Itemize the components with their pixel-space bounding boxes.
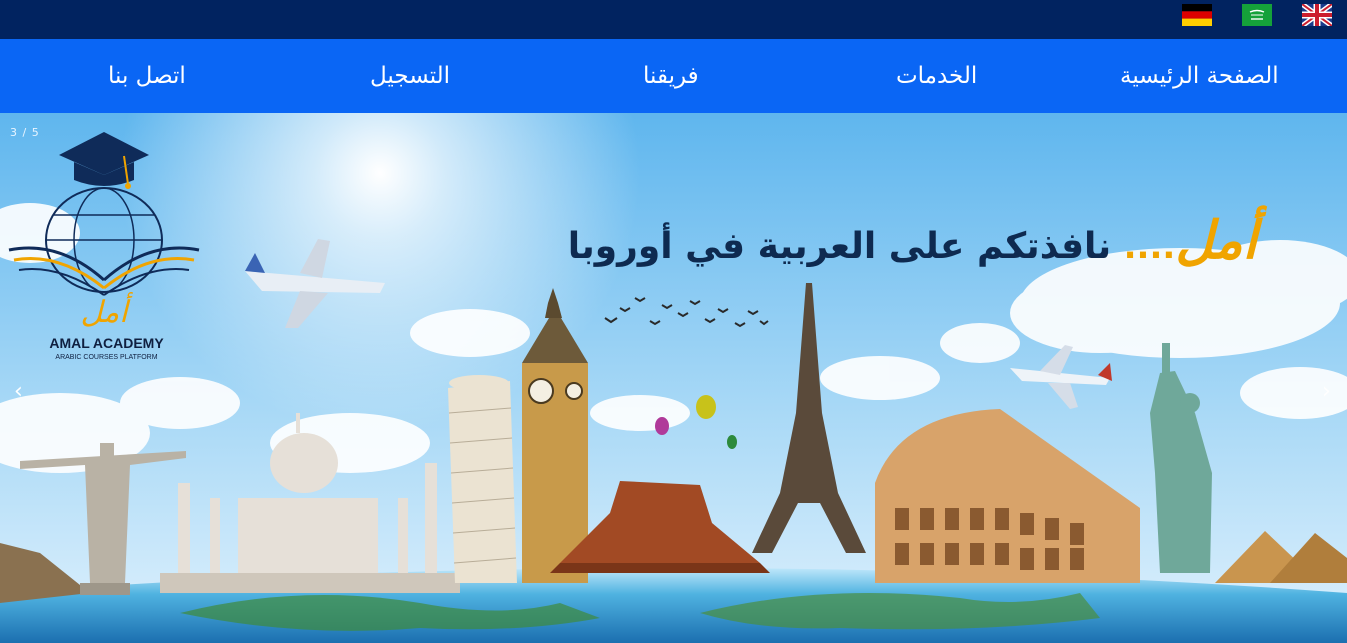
next-slide-arrow-icon[interactable]: ›: [1322, 379, 1331, 404]
prev-slide-arrow-icon[interactable]: ‹: [14, 379, 23, 404]
nav-contact[interactable]: اتصل بنا: [108, 39, 186, 113]
headline-amal: أمل: [1175, 210, 1257, 271]
logo-arabic-name: أمل: [80, 292, 133, 330]
nav-team[interactable]: فريقنا: [643, 39, 699, 113]
nav-register[interactable]: التسجيل: [370, 39, 450, 113]
logo-title: AMAL ACADEMY: [49, 335, 164, 351]
headline-text: نافذتكم على العربية في أوروبا: [567, 226, 1124, 267]
nav-services[interactable]: الخدمات: [896, 39, 977, 113]
main-navigation: الصفحة الرئيسية الخدمات فريقنا التسجيل ا…: [0, 39, 1347, 113]
saudi-flag-icon[interactable]: [1242, 4, 1272, 26]
german-flag-icon[interactable]: [1182, 4, 1212, 26]
logo-subtitle: ARABIC COURSES PLATFORM: [55, 354, 158, 361]
amal-academy-logo: أمل AMAL ACADEMY ARABIC COURSES PLATFORM: [4, 130, 204, 361]
hero-headline: أمل.... نافذتكم على العربية في أوروبا: [515, 210, 1257, 271]
headline-dots: ....: [1123, 227, 1176, 267]
language-bar: [0, 0, 1347, 39]
uk-flag-icon[interactable]: [1302, 4, 1332, 26]
nav-home[interactable]: الصفحة الرئيسية: [1120, 39, 1279, 113]
hero-slider[interactable]: 3 / 5 ‹ › أمل AMAL ACADEMY ARABIC COURSE…: [0, 113, 1347, 643]
